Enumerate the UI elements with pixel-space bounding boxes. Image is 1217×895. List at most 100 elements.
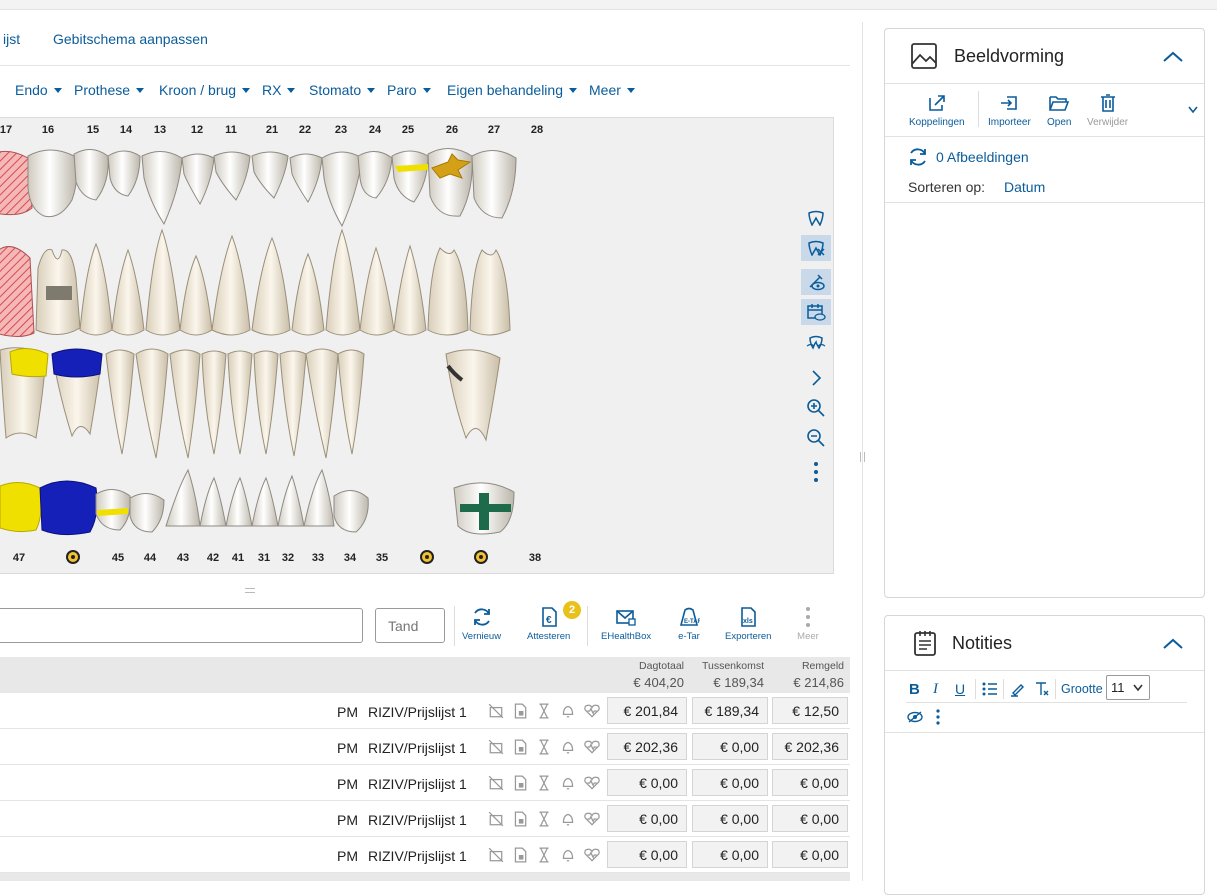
amount-tussenkomst[interactable]: € 0,00 [692,805,768,832]
heart-pulse-icon[interactable] [584,847,600,863]
no-hourglass-icon[interactable] [536,739,552,755]
tooth-number[interactable]: 33 [312,552,324,564]
zoom-out-icon[interactable] [801,425,831,451]
splitter-handle[interactable] [860,452,865,462]
vernieuw-button[interactable]: Vernieuw [462,606,501,642]
bell-icon[interactable] [560,811,576,827]
menu-kroon-brug[interactable]: Kroon / brug [159,82,251,98]
more-vertical-icon[interactable] [935,709,941,725]
table-row[interactable]: PM RIZIV/Prijslijst 1 € 202,36 € 0,00 € 202,… [0,729,850,765]
no-hourglass-icon[interactable] [536,811,552,827]
bell-icon[interactable] [560,739,576,755]
amount-tussenkomst[interactable]: € 189,34 [692,697,768,724]
verwijder-button[interactable]: Verwijder [1087,93,1128,128]
refresh-icon[interactable] [907,146,929,168]
menu-endo[interactable]: Endo [15,82,62,98]
chevron-down-icon[interactable] [1188,106,1198,114]
bold-icon[interactable]: B [909,681,920,698]
amount-dagtotaal[interactable]: € 0,00 [607,769,687,796]
amount-dagtotaal[interactable]: € 201,84 [607,697,687,724]
open-button[interactable]: Open [1047,93,1071,128]
no-hourglass-icon[interactable] [536,703,552,719]
tand-input[interactable]: Tand [375,608,445,643]
chevron-up-icon[interactable] [1162,638,1184,650]
lock-doc-icon[interactable] [512,811,528,827]
xray-marker-icon[interactable] [66,550,80,564]
amount-dagtotaal[interactable]: € 0,00 [607,841,687,868]
amount-remgeld[interactable]: € 0,00 [772,805,848,832]
menu-stomato[interactable]: Stomato [309,82,376,98]
menu-rx[interactable]: RX [262,82,296,98]
tooth-number[interactable]: 32 [282,552,294,564]
amount-remgeld[interactable]: € 12,50 [772,697,848,724]
importeer-button[interactable]: Importeer [988,93,1031,128]
ehealthbox-button[interactable]: EHealthBox [601,606,651,642]
no-photo-icon[interactable] [488,703,504,719]
table-row[interactable]: PM RIZIV/Prijslijst 1 € 0,00 € 0,00 € 0,00 [0,765,850,801]
heart-pulse-icon[interactable] [584,739,600,755]
anesthesia-eye-icon[interactable] [801,269,831,295]
tooth-number[interactable]: 43 [177,552,189,564]
tooth-x-icon[interactable] [801,235,831,261]
bullet-list-icon[interactable] [982,682,998,696]
bell-icon[interactable] [560,847,576,863]
link-list[interactable]: ijst [3,31,20,47]
xray-marker-icon[interactable] [474,550,488,564]
amount-dagtotaal[interactable]: € 202,36 [607,733,687,760]
tooth-number[interactable]: 45 [112,552,124,564]
amount-remgeld[interactable]: € 0,00 [772,841,848,868]
more-vertical-icon[interactable] [801,459,831,485]
italic-icon[interactable]: I [933,681,938,698]
bell-icon[interactable] [560,703,576,719]
menu-paro[interactable]: Paro [387,82,431,98]
tooth-icon[interactable] [801,205,831,231]
menu-eigen-behandeling[interactable]: Eigen behandeling [447,82,577,98]
chevron-right-icon[interactable] [801,365,831,391]
amount-tussenkomst[interactable]: € 0,00 [692,841,768,868]
lock-doc-icon[interactable] [512,739,528,755]
no-hourglass-icon[interactable] [536,847,552,863]
xray-marker-icon[interactable] [420,550,434,564]
amount-remgeld[interactable]: € 202,36 [772,733,848,760]
highlighter-icon[interactable] [1010,681,1026,697]
table-row[interactable]: PM RIZIV/Prijslijst 1 € 201,84 € 189,34 € 12… [0,693,850,729]
lock-doc-icon[interactable] [512,775,528,791]
resize-handle[interactable] [245,588,255,593]
eye-off-icon[interactable] [907,711,923,723]
tooth-number[interactable]: 38 [529,552,541,564]
tooth-number[interactable]: 41 [232,552,244,564]
chevron-up-icon[interactable] [1162,51,1184,63]
exporteren-button[interactable]: xls Exporteren [725,606,771,642]
amount-tussenkomst[interactable]: € 0,00 [692,733,768,760]
link-adjust-chart[interactable]: Gebitschema aanpassen [53,31,208,47]
amount-dagtotaal[interactable]: € 0,00 [607,805,687,832]
table-row[interactable]: PM RIZIV/Prijslijst 1 € 0,00 € 0,00 € 0,00 [0,837,850,873]
amount-tussenkomst[interactable]: € 0,00 [692,769,768,796]
search-input[interactable] [0,608,363,643]
tooth-number[interactable]: 47 [13,552,25,564]
menu-meer[interactable]: Meer [589,82,635,98]
sort-value[interactable]: Datum [1004,179,1045,195]
font-size-select[interactable]: 11 [1106,675,1150,700]
tooth-number[interactable]: 35 [376,552,388,564]
heart-pulse-icon[interactable] [584,811,600,827]
heart-pulse-icon[interactable] [584,775,600,791]
no-photo-icon[interactable] [488,847,504,863]
dental-chart[interactable]: 17 16 15 14 13 12 11 21 22 23 24 25 26 2… [0,117,834,574]
lock-doc-icon[interactable] [512,847,528,863]
no-photo-icon[interactable] [488,811,504,827]
tooth-roots-icon[interactable] [801,329,831,355]
bell-icon[interactable] [560,775,576,791]
zoom-in-icon[interactable] [801,395,831,421]
meer-button[interactable]: Meer [797,606,819,642]
table-row[interactable]: PM RIZIV/Prijslijst 1 € 0,00 € 0,00 € 0,00 [0,801,850,837]
tooth-number[interactable]: 42 [207,552,219,564]
tooth-number[interactable]: 31 [258,552,270,564]
koppelingen-button[interactable]: Koppelingen [909,93,965,128]
clear-format-icon[interactable] [1034,681,1050,697]
tooth-number[interactable]: 34 [344,552,356,564]
etar-button[interactable]: E-TAR e-Tar [678,606,700,642]
calendar-eye-icon[interactable] [801,299,831,325]
heart-pulse-icon[interactable] [584,703,600,719]
underline-icon[interactable]: U [955,681,965,697]
